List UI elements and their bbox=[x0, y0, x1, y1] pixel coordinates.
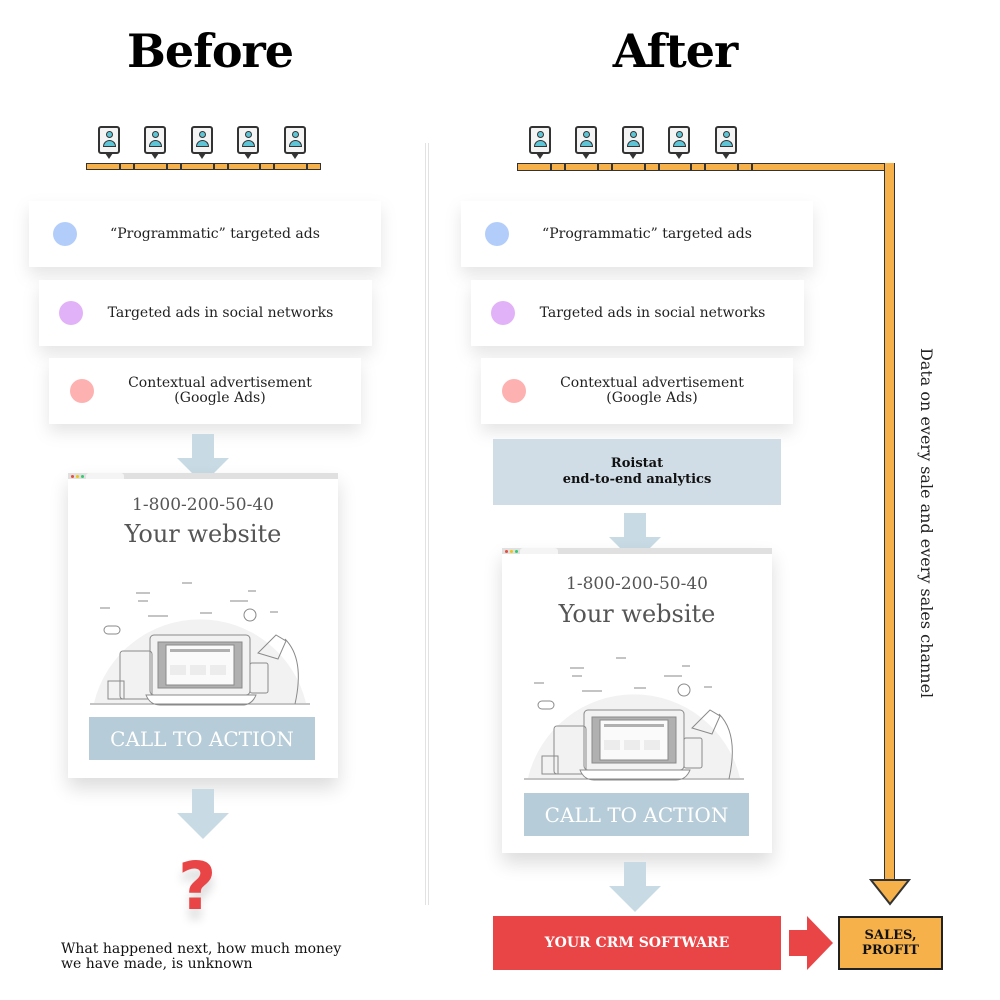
funnel-label: Contextual advertisement bbox=[560, 375, 744, 391]
user-pin-icon bbox=[715, 126, 737, 159]
blue-dot-icon bbox=[485, 222, 509, 246]
funnel-item-social: Targeted ads in social networks bbox=[39, 280, 372, 346]
funnel-label: “Programmatic” targeted ads bbox=[542, 225, 752, 242]
user-pin-icon bbox=[144, 126, 166, 159]
devices-illustration bbox=[524, 657, 744, 781]
funnel-label: Contextual advertisement bbox=[128, 375, 312, 391]
funnel-item-contextual: Contextual advertisement (Google Ads) bbox=[49, 358, 361, 424]
website-mockup: 1-800-200-50-40 Your website CALL TO ACT… bbox=[68, 473, 338, 778]
purple-dot-icon bbox=[59, 301, 83, 325]
roistat-subtitle: end-to-end analytics bbox=[562, 472, 712, 487]
website-name: Your website bbox=[558, 600, 716, 628]
data-pipe-horizontal bbox=[517, 163, 895, 171]
user-pin-icon bbox=[529, 126, 551, 159]
funnel-label-sub: (Google Ads) bbox=[606, 390, 698, 406]
visitor-pipe bbox=[86, 163, 321, 170]
after-title: After bbox=[612, 24, 738, 78]
blue-dot-icon bbox=[53, 222, 77, 246]
crm-software-box: YOUR CRM SOFTWARE bbox=[493, 916, 781, 970]
note-line: What happened next, how much money bbox=[61, 941, 342, 957]
funnel-item-contextual: Contextual advertisement (Google Ads) bbox=[481, 358, 793, 424]
user-pin-icon bbox=[575, 126, 597, 159]
data-flow-label: Data on every sale and every sales chann… bbox=[917, 348, 936, 699]
arrow-down-icon bbox=[869, 879, 911, 906]
question-mark-icon: ? bbox=[178, 848, 217, 925]
devices-illustration bbox=[90, 582, 310, 706]
funnel-label: “Programmatic” targeted ads bbox=[110, 225, 320, 242]
pink-dot-icon bbox=[70, 379, 94, 403]
arrow-down-icon bbox=[177, 789, 229, 839]
profit-label: PROFIT bbox=[862, 943, 919, 958]
user-pin-icon bbox=[237, 126, 259, 159]
arrow-down-icon bbox=[609, 862, 661, 912]
call-to-action-button[interactable]: CALL TO ACTION bbox=[524, 793, 749, 836]
sales-profit-box: SALES, PROFIT bbox=[838, 916, 943, 970]
before-title: Before bbox=[126, 24, 294, 78]
funnel-label-sub: (Google Ads) bbox=[174, 390, 266, 406]
funnel-item-social: Targeted ads in social networks bbox=[471, 280, 804, 346]
column-divider bbox=[425, 143, 429, 905]
website-name: Your website bbox=[124, 520, 282, 548]
before-visitors bbox=[86, 126, 322, 172]
website-phone: 1-800-200-50-40 bbox=[566, 574, 708, 594]
unknown-outcome-note: What happened next, how much money we ha… bbox=[61, 942, 381, 972]
arrow-right-icon bbox=[789, 916, 833, 970]
funnel-item-programmatic: “Programmatic” targeted ads bbox=[461, 201, 813, 267]
pink-dot-icon bbox=[502, 379, 526, 403]
user-pin-icon bbox=[284, 126, 306, 159]
funnel-label: Targeted ads in social networks bbox=[539, 304, 766, 321]
note-line: we have made, is unknown bbox=[61, 956, 253, 972]
user-pin-icon bbox=[622, 126, 644, 159]
user-pin-icon bbox=[98, 126, 120, 159]
sales-label: SALES, bbox=[864, 928, 917, 943]
funnel-label: Targeted ads in social networks bbox=[107, 304, 334, 321]
data-pipe-vertical bbox=[884, 163, 895, 883]
website-mockup: 1-800-200-50-40 Your website CALL TO ACT… bbox=[502, 548, 772, 853]
funnel-item-programmatic: “Programmatic” targeted ads bbox=[29, 201, 381, 267]
purple-dot-icon bbox=[491, 301, 515, 325]
call-to-action-button[interactable]: CALL TO ACTION bbox=[89, 717, 315, 760]
roistat-title: Roistat bbox=[610, 456, 664, 471]
roistat-analytics-box: Roistat end-to-end analytics bbox=[493, 439, 781, 505]
user-pin-icon bbox=[191, 126, 213, 159]
website-phone: 1-800-200-50-40 bbox=[132, 495, 274, 515]
user-pin-icon bbox=[668, 126, 690, 159]
